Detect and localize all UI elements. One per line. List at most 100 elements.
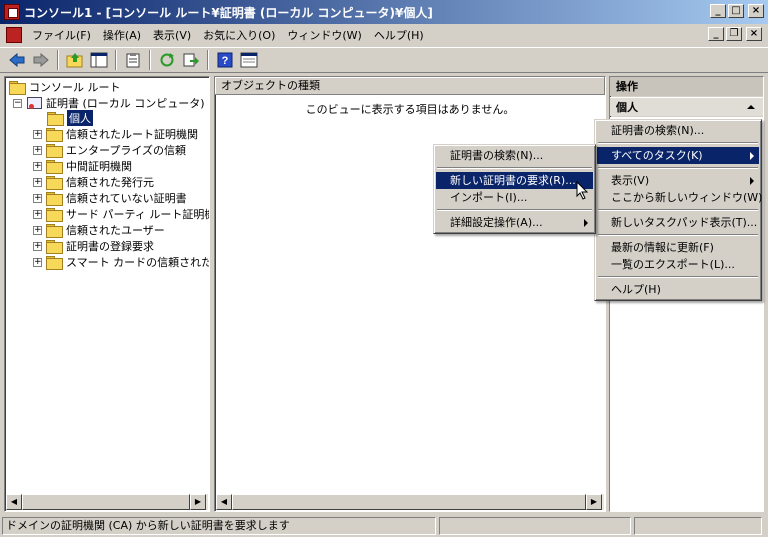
menu-item-new-window-from-here[interactable]: ここから新しいウィンドウ(W) bbox=[597, 189, 762, 206]
close-button[interactable]: × bbox=[748, 4, 764, 18]
child-restore-button[interactable]: ❐ bbox=[726, 27, 742, 41]
menu-item-refresh[interactable]: 最新の情報に更新(F) bbox=[597, 239, 759, 256]
expand-toggle[interactable]: + bbox=[33, 257, 42, 267]
menu-file[interactable]: ファイル(F) bbox=[26, 27, 97, 43]
console-tree-pane: コンソール ルート − 証明書 (ローカル コンピュータ) 個人 + 信頼された… bbox=[4, 76, 210, 512]
menu-item-find-certificates[interactable]: 証明書の検索(N)... bbox=[597, 122, 759, 139]
status-panel bbox=[634, 517, 762, 535]
up-folder-icon[interactable] bbox=[64, 49, 86, 71]
scroll-right-icon[interactable]: ▶ bbox=[190, 494, 206, 510]
tree-item-personal[interactable]: 個人 bbox=[47, 110, 93, 126]
tree-label: 証明書の登録要求 bbox=[66, 240, 154, 253]
menu-bar: ファイル(F) 操作(A) 表示(V) お気に入り(O) ウィンドウ(W) ヘル… bbox=[0, 24, 768, 46]
tree-item[interactable]: + 中間証明機関 bbox=[33, 158, 132, 174]
action-section-personal[interactable]: 個人 bbox=[610, 97, 763, 116]
show-hide-tree-icon[interactable] bbox=[88, 49, 110, 71]
submenu-arrow-icon bbox=[750, 152, 754, 160]
mouse-cursor-icon bbox=[576, 180, 590, 204]
menu-separator bbox=[598, 234, 758, 236]
clipboard-icon[interactable] bbox=[122, 49, 144, 71]
menu-item-all-tasks[interactable]: すべてのタスク(K) bbox=[597, 147, 759, 164]
minimize-button[interactable]: _ bbox=[710, 4, 726, 18]
tree-horizontal-scrollbar[interactable]: ◀ ▶ bbox=[6, 494, 208, 510]
tree-item[interactable]: + 信頼されたルート証明機関 bbox=[33, 126, 198, 142]
result-pane: オブジェクトの種類 このビューに表示する項目はありません。 ◀ ▶ bbox=[214, 76, 606, 512]
tree-label: 信頼されていない証明書 bbox=[66, 192, 187, 205]
expand-toggle[interactable]: + bbox=[33, 177, 42, 187]
forward-arrow-icon[interactable] bbox=[30, 49, 52, 71]
folder-icon bbox=[46, 176, 63, 190]
tree-item[interactable]: + 信頼された発行元 bbox=[33, 174, 154, 190]
scroll-right-icon[interactable]: ▶ bbox=[586, 494, 602, 510]
menu-item-export-list[interactable]: 一覧のエクスポート(L)... bbox=[597, 256, 759, 273]
tree-item[interactable]: + エンタープライズの信頼 bbox=[33, 142, 186, 158]
scroll-left-icon[interactable]: ◀ bbox=[6, 494, 22, 510]
menu-item-advanced-operations[interactable]: 詳細設定操作(A)... bbox=[436, 214, 593, 231]
folder-icon bbox=[46, 160, 63, 174]
scroll-thumb[interactable] bbox=[22, 494, 190, 510]
menu-item-find-certificates[interactable]: 証明書の検索(N)... bbox=[436, 147, 593, 164]
tree-item-console-root[interactable]: コンソール ルート bbox=[9, 79, 121, 95]
result-horizontal-scrollbar[interactable]: ◀ ▶ bbox=[216, 494, 604, 510]
expand-toggle[interactable]: + bbox=[33, 225, 42, 235]
actions-context-menu: 証明書の検索(N)... すべてのタスク(K) 表示(V) ここから新しいウィン… bbox=[594, 119, 762, 301]
scroll-thumb[interactable] bbox=[232, 494, 586, 510]
submenu-arrow-icon bbox=[584, 219, 588, 227]
tree-item[interactable]: + 信頼されたユーザー bbox=[33, 222, 165, 238]
mmc-app-icon[interactable] bbox=[4, 4, 20, 20]
menu-item-help[interactable]: ヘルプ(H) bbox=[597, 281, 759, 298]
maximize-button[interactable]: □ bbox=[728, 4, 744, 18]
help-icon[interactable]: ? bbox=[214, 49, 236, 71]
window-controls: _ □ × bbox=[710, 4, 764, 18]
menu-item-new-taskpad-view[interactable]: 新しいタスクパッド表示(T)... bbox=[597, 214, 759, 231]
menu-separator bbox=[437, 209, 592, 211]
action-section-label: 個人 bbox=[616, 101, 638, 114]
refresh-icon[interactable] bbox=[156, 49, 178, 71]
certificate-store-icon bbox=[26, 96, 42, 110]
menu-help[interactable]: ヘルプ(H) bbox=[368, 27, 430, 43]
toolbar: ? bbox=[0, 47, 768, 73]
menu-item-view[interactable]: 表示(V) bbox=[597, 172, 759, 189]
menu-item-request-new-certificate[interactable]: 新しい証明書の要求(R)... bbox=[436, 172, 593, 189]
menu-action[interactable]: 操作(A) bbox=[97, 27, 147, 43]
menu-item-label: すべてのタスク(K) bbox=[611, 149, 703, 162]
scroll-left-icon[interactable]: ◀ bbox=[216, 494, 232, 510]
menu-window[interactable]: ウィンドウ(W) bbox=[281, 27, 367, 43]
column-header-object-type[interactable]: オブジェクトの種類 bbox=[215, 77, 605, 95]
collapse-toggle[interactable]: − bbox=[13, 98, 22, 108]
toolbar-separator bbox=[207, 50, 209, 70]
child-close-button[interactable]: × bbox=[746, 27, 762, 41]
expand-toggle[interactable]: + bbox=[33, 129, 42, 139]
folder-icon bbox=[46, 240, 63, 254]
folder-icon bbox=[46, 208, 63, 222]
child-minimize-button[interactable]: _ bbox=[708, 27, 724, 41]
menu-item-import[interactable]: インポート(I)... bbox=[436, 189, 593, 206]
expand-toggle[interactable]: + bbox=[33, 241, 42, 251]
menu-favorites[interactable]: お気に入り(O) bbox=[197, 27, 281, 43]
expand-toggle[interactable]: + bbox=[33, 145, 42, 155]
status-message: ドメインの証明機関 (CA) から新しい証明書を要求します bbox=[2, 517, 436, 535]
properties-icon[interactable] bbox=[238, 49, 260, 71]
tree-label: スマート カードの信頼されたル bbox=[66, 256, 210, 269]
tree-item-certificates[interactable]: − 証明書 (ローカル コンピュータ) bbox=[13, 95, 205, 111]
tree-label: 信頼された発行元 bbox=[66, 176, 154, 189]
collapse-section-icon[interactable] bbox=[747, 105, 755, 109]
console-window-icon[interactable] bbox=[6, 27, 22, 43]
expand-toggle[interactable]: + bbox=[33, 209, 42, 219]
back-arrow-icon[interactable] bbox=[6, 49, 28, 71]
tree-item[interactable]: + 信頼されていない証明書 bbox=[33, 190, 187, 206]
tree-label: 証明書 (ローカル コンピュータ) bbox=[46, 97, 205, 110]
menu-separator bbox=[598, 167, 758, 169]
menu-item-label: 詳細設定操作(A)... bbox=[450, 216, 543, 229]
tree-item[interactable]: + 証明書の登録要求 bbox=[33, 238, 154, 254]
child-window-controls: _ ❐ × bbox=[708, 27, 762, 41]
export-icon[interactable] bbox=[180, 49, 202, 71]
menu-separator bbox=[598, 209, 758, 211]
tree-label: エンタープライズの信頼 bbox=[66, 144, 187, 157]
menu-view[interactable]: 表示(V) bbox=[147, 27, 197, 43]
empty-view-message: このビューに表示する項目はありません。 bbox=[305, 103, 515, 116]
expand-toggle[interactable]: + bbox=[33, 193, 42, 203]
expand-toggle[interactable]: + bbox=[33, 161, 42, 171]
tree-item[interactable]: + サード パーティ ルート証明機 bbox=[33, 206, 209, 222]
tree-item[interactable]: + スマート カードの信頼されたル bbox=[33, 254, 210, 270]
